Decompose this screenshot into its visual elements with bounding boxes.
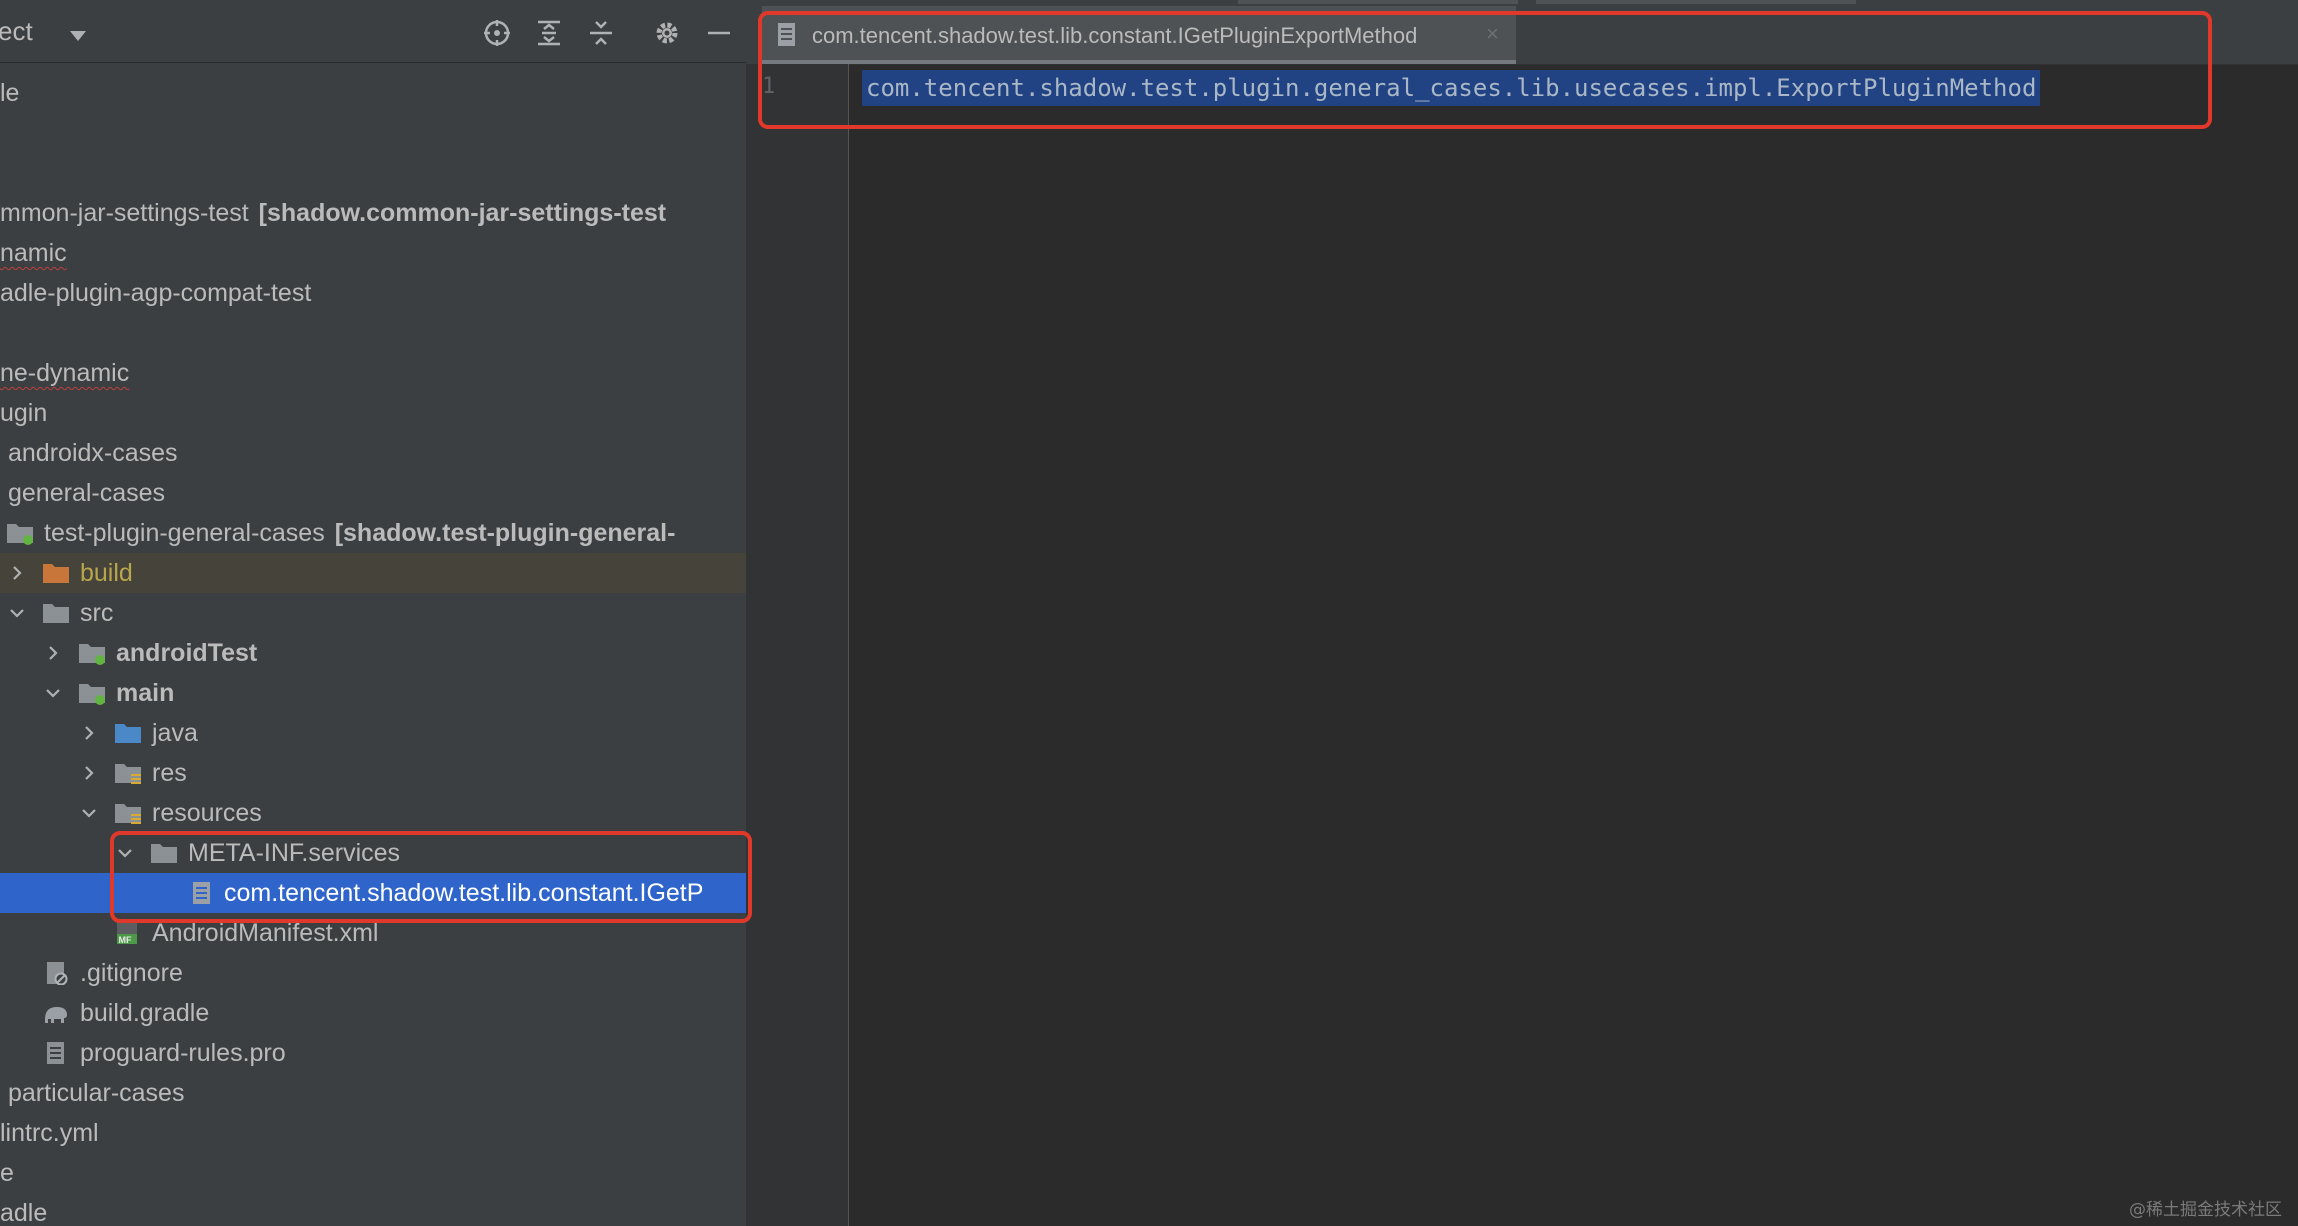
module-folder-icon — [6, 521, 34, 545]
project-view-selector[interactable]: ect — [0, 16, 33, 47]
chevron-right-icon[interactable] — [80, 764, 98, 782]
tree-item-module[interactable]: le — [0, 73, 746, 113]
tree-item-test-plugin-general-cases[interactable]: test-plugin-general-cases [shadow.test-pl… — [0, 513, 746, 553]
chevron-down-icon[interactable] — [8, 604, 26, 622]
chevron-right-icon[interactable] — [44, 644, 62, 662]
module-qualified-name: [shadow.common-jar-settings-test — [258, 199, 667, 227]
tree-item-label: test-plugin-general-cases — [44, 519, 325, 547]
tree-item-gitignore[interactable]: .gitignore — [0, 953, 746, 993]
tree-item-java[interactable]: java — [0, 713, 746, 753]
minimize-icon[interactable] — [704, 18, 734, 48]
chevron-right-icon[interactable] — [80, 724, 98, 742]
chevron-down-icon[interactable] — [116, 844, 134, 862]
tree-item-none-dynamic[interactable]: ne-dynamic — [0, 353, 746, 393]
tree-item-dynamic[interactable]: namic — [0, 233, 746, 273]
folder-icon — [42, 601, 70, 625]
tab-strip-segment — [1238, 0, 1518, 4]
tree-item-particular-cases[interactable]: particular-cases — [0, 1073, 746, 1113]
tree-item-res[interactable]: res — [0, 753, 746, 793]
resource-folder-icon — [114, 761, 142, 785]
tree-item-build[interactable]: build — [0, 553, 746, 593]
folder-icon — [150, 841, 178, 865]
tab-strip-segment — [1536, 0, 1856, 4]
text-file-icon — [188, 881, 216, 905]
source-folder-icon — [114, 721, 142, 745]
collapse-all-icon[interactable] — [586, 18, 616, 48]
source-set-folder-icon — [78, 641, 106, 665]
tree-item-resources[interactable]: resources — [0, 793, 746, 833]
tree-item-meta-inf-services[interactable]: META-INF.services — [0, 833, 746, 873]
tree-item-androidTest[interactable]: androidTest — [0, 633, 746, 673]
editor-tab[interactable]: com.tencent.shadow.test.lib.constant.IGe… — [762, 6, 1516, 64]
chevron-down-icon[interactable] — [70, 31, 86, 41]
tree-item-androidx-cases[interactable]: androidx-cases — [0, 433, 746, 473]
gear-icon[interactable] — [652, 18, 682, 48]
tree-item-common-jar-settings-test[interactable]: mmon-jar-settings-test [shadow.common-jar… — [0, 193, 746, 233]
tree-item-general-cases[interactable]: general-cases — [0, 473, 746, 513]
editor-area: com.tencent.shadow.test.lib.constant.IGe… — [746, 0, 2298, 1226]
svg-text:MF: MF — [119, 935, 132, 945]
expand-all-icon[interactable] — [534, 18, 564, 48]
code-line-selected[interactable]: com.tencent.shadow.test.plugin.general_c… — [862, 70, 2041, 106]
chevron-right-icon[interactable] — [8, 564, 26, 582]
editor-tab-bar: com.tencent.shadow.test.lib.constant.IGe… — [746, 6, 2298, 65]
project-panel-header: ect — [0, 0, 746, 63]
tree-item-main[interactable]: main — [0, 673, 746, 713]
line-number-gutter: 1 — [746, 64, 849, 1226]
text-file-icon — [42, 1041, 70, 1065]
tree-item-src[interactable]: src — [0, 593, 746, 633]
chevron-down-icon[interactable] — [44, 684, 62, 702]
text-file-icon — [776, 22, 798, 48]
manifest-file-icon: MF — [114, 921, 142, 945]
source-set-folder-icon — [78, 681, 106, 705]
line-number: 1 — [762, 74, 776, 99]
crosshair-icon[interactable] — [482, 18, 512, 48]
tree-item-service-file-selected[interactable]: com.tencent.shadow.test.lib.constant.IGe… — [0, 873, 746, 913]
tree-item-lintrc[interactable]: lintrc.yml — [0, 1113, 746, 1153]
excluded-folder-icon — [42, 561, 70, 585]
gradle-elephant-icon — [42, 1001, 70, 1025]
active-tab-indicator — [762, 60, 1516, 64]
watermark: @稀土掘金技术社区 — [2129, 1200, 2282, 1220]
chevron-down-icon[interactable] — [80, 804, 98, 822]
ignore-file-icon — [42, 961, 70, 986]
module-qualified-name: [shadow.test-plugin-general- — [334, 519, 676, 547]
resource-folder-icon — [114, 801, 142, 825]
tree-item-build-gradle[interactable]: build.gradle — [0, 993, 746, 1033]
tree-item-proguard-rules[interactable]: proguard-rules.pro — [0, 1033, 746, 1073]
ide-window: ect le mmon-jar-settings-test [shadow.co… — [0, 0, 2298, 1226]
editor-tab-label: com.tencent.shadow.test.lib.constant.IGe… — [812, 23, 1418, 48]
tree-item-gradle-plugin-agp-compat-test[interactable]: adle-plugin-agp-compat-test — [0, 273, 746, 313]
project-panel: ect le mmon-jar-settings-test [shadow.co… — [0, 0, 746, 1226]
tree-item-gradle[interactable]: adle — [0, 1193, 746, 1226]
tree-item-android-manifest[interactable]: MF AndroidManifest.xml — [0, 913, 746, 953]
close-icon[interactable]: × — [1486, 21, 1499, 47]
tree-item-plugin[interactable]: ugin — [0, 393, 746, 433]
tree-item-file-e[interactable]: e — [0, 1153, 746, 1193]
tree-item-label: mmon-jar-settings-test — [0, 199, 249, 227]
